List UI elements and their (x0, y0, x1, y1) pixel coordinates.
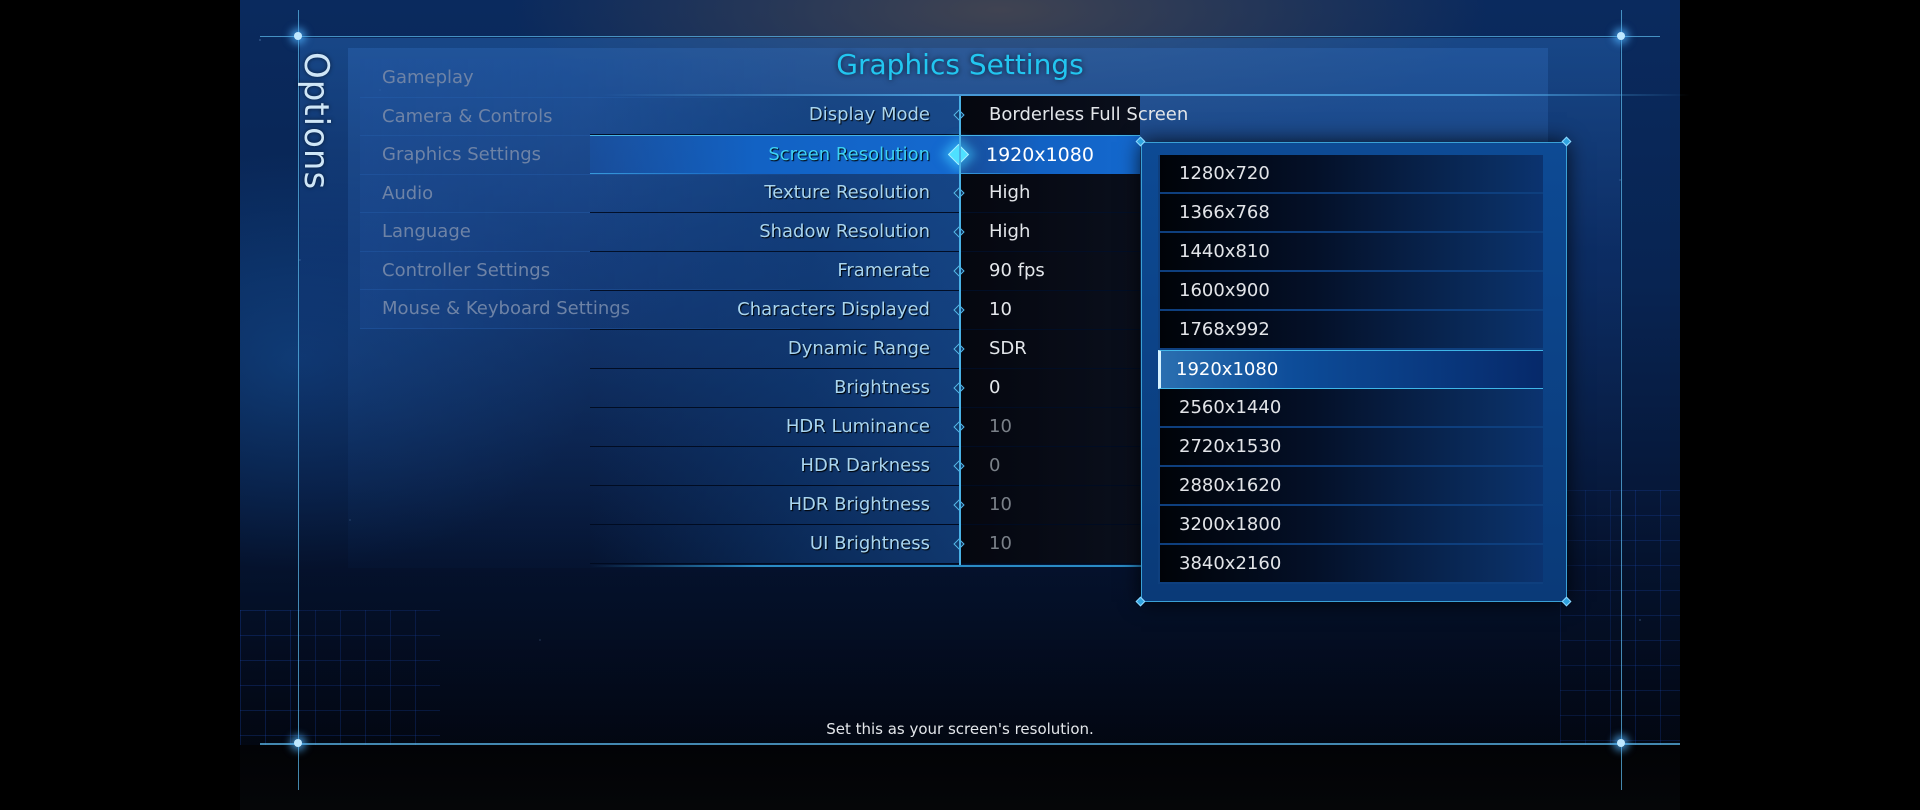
setting-label: Dynamic Range (787, 338, 930, 359)
resolution-option[interactable]: 1440x810 (1158, 233, 1543, 272)
resolution-option[interactable]: 1920x1080 (1158, 350, 1543, 389)
section-title: Graphics Settings (836, 48, 1084, 81)
resolution-option[interactable]: 1280x720 (1158, 155, 1543, 194)
setting-value[interactable]: 1920x1080 (986, 136, 1094, 174)
setting-value[interactable]: 0 (989, 447, 1000, 485)
setting-value[interactable]: 10 (989, 291, 1012, 329)
setting-row-display-mode[interactable]: Display Mode Borderless Full Screen (590, 96, 1188, 135)
setting-value[interactable]: High (989, 213, 1030, 251)
setting-label: HDR Brightness (788, 494, 930, 515)
frame-corner-glow (294, 32, 302, 40)
frame-line-top (260, 36, 1660, 37)
setting-value[interactable]: 10 (989, 525, 1012, 563)
frame-corner-glow (294, 739, 302, 747)
bottom-backdrop (240, 745, 1680, 810)
setting-row-ui-brightness[interactable]: UI Brightness 10 (590, 525, 1140, 564)
setting-row-hdr-darkness[interactable]: HDR Darkness 0 (590, 447, 1140, 486)
row-value-background (960, 486, 1140, 524)
frame-corner-glow (1617, 32, 1625, 40)
setting-label: Characters Displayed (737, 299, 930, 320)
nav-item-gameplay[interactable]: Gameplay (360, 59, 800, 98)
setting-row-hdr-brightness[interactable]: HDR Brightness 10 (590, 486, 1140, 525)
settings-bottom-rule (590, 565, 1150, 567)
resolution-option[interactable]: 2720x1530 (1158, 428, 1543, 467)
setting-row-texture-resolution[interactable]: Texture Resolution High (590, 174, 1140, 213)
resolution-option[interactable]: 2880x1620 (1158, 467, 1543, 506)
setting-row-framerate[interactable]: Framerate 90 fps (590, 252, 1140, 291)
setting-label: HDR Darkness (800, 455, 930, 476)
setting-value[interactable]: SDR (989, 330, 1027, 368)
setting-label: Texture Resolution (764, 182, 930, 203)
setting-value[interactable]: Borderless Full Screen (989, 96, 1188, 134)
column-divider (959, 96, 961, 566)
setting-row-shadow-resolution[interactable]: Shadow Resolution High (590, 213, 1140, 252)
setting-label: UI Brightness (809, 533, 930, 554)
resolution-option[interactable]: 1768x992 (1158, 311, 1543, 350)
row-value-background (960, 447, 1140, 485)
setting-row-screen-resolution[interactable]: Screen Resolution 1920x1080 (590, 135, 1140, 174)
row-value-background (960, 330, 1140, 368)
row-value-background (960, 213, 1140, 251)
help-hint-text: Set this as your screen's resolution. (826, 720, 1094, 738)
setting-value[interactable]: High (989, 174, 1030, 212)
setting-label: Shadow Resolution (759, 221, 930, 242)
options-side-title: Options (296, 52, 336, 191)
setting-row-dynamic-range[interactable]: Dynamic Range SDR (590, 330, 1140, 369)
row-value-background (960, 369, 1140, 407)
setting-label: Display Mode (808, 104, 930, 125)
setting-label: Screen Resolution (768, 144, 930, 165)
resolution-options-list: 1280x720 1366x768 1440x810 1600x900 1768x992… (1158, 155, 1543, 584)
row-value-background (960, 291, 1140, 329)
resolution-option[interactable]: 1366x768 (1158, 194, 1543, 233)
frame-line-bottom (260, 743, 1680, 745)
setting-row-hdr-luminance[interactable]: HDR Luminance 10 (590, 408, 1140, 447)
resolution-option[interactable]: 3840x2160 (1158, 545, 1543, 584)
setting-value[interactable]: 10 (989, 408, 1012, 446)
settings-list: Display Mode Borderless Full Screen Screen… (590, 96, 1188, 564)
resolution-option[interactable]: 1600x900 (1158, 272, 1543, 311)
setting-label: HDR Luminance (785, 416, 930, 437)
resolution-option[interactable]: 2560x1440 (1158, 389, 1543, 428)
row-value-background (960, 174, 1140, 212)
setting-label: Brightness (834, 377, 930, 398)
row-value-background (960, 408, 1140, 446)
row-value-background (960, 525, 1140, 563)
frame-line-right (1621, 10, 1622, 790)
resolution-dropdown: 1280x720 1366x768 1440x810 1600x900 1768x992… (1141, 142, 1567, 602)
row-value-background (960, 252, 1140, 290)
setting-label: Framerate (837, 260, 930, 281)
setting-row-characters-displayed[interactable]: Characters Displayed 10 (590, 291, 1140, 330)
setting-value[interactable]: 10 (989, 486, 1012, 524)
setting-row-brightness[interactable]: Brightness 0 (590, 369, 1140, 408)
frame-corner-glow (1617, 739, 1625, 747)
setting-value[interactable]: 90 fps (989, 252, 1045, 290)
resolution-option[interactable]: 3200x1800 (1158, 506, 1543, 545)
setting-value[interactable]: 0 (989, 369, 1000, 407)
